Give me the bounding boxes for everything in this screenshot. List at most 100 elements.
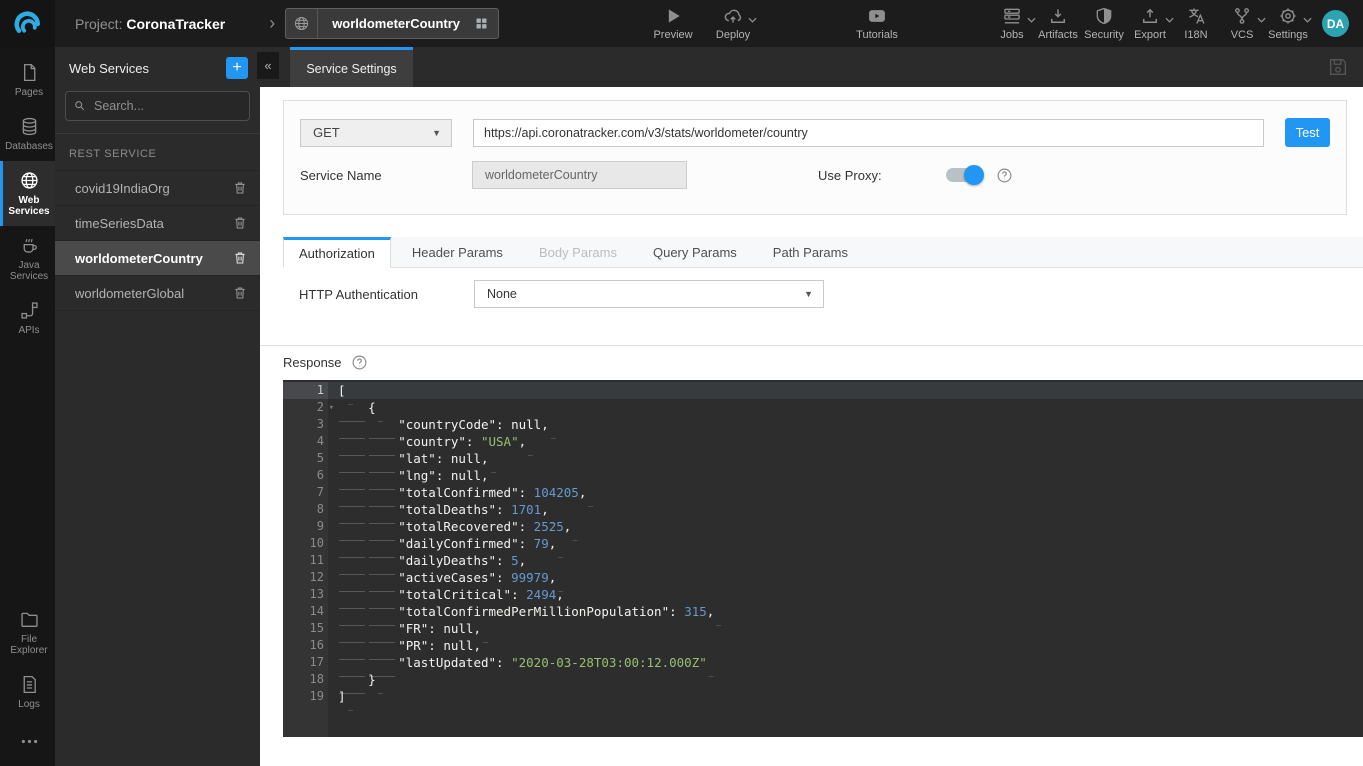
service-item-worldometercountry[interactable]: worldometerCountry [55, 241, 260, 276]
project-name: CoronaTracker [126, 16, 225, 32]
code-line-text: { [328, 399, 1363, 416]
delete-service-icon[interactable] [232, 180, 248, 196]
gutter-line-number: 19 [283, 688, 328, 705]
sidebar-item-web-services[interactable]: Web Services [0, 161, 55, 226]
sidebar-item-pages[interactable]: Pages [0, 53, 55, 107]
topbar-action-deploy[interactable]: Deploy [711, 6, 755, 41]
panel-title: Web Services [69, 61, 149, 76]
topbar-action-security[interactable]: Security [1082, 6, 1126, 41]
response-help-icon[interactable] [351, 354, 368, 371]
http-method-value: GET [313, 125, 340, 140]
chevron-down-icon [1027, 17, 1036, 23]
code-line-18: 18} [283, 671, 1363, 688]
jobs-icon [1002, 6, 1022, 26]
test-button[interactable]: Test [1285, 118, 1330, 147]
response-code-editor[interactable]: 1▾[2▾{3"countryCode": null,4"country": "… [283, 380, 1363, 737]
rest-service-section-label: REST SERVICE [55, 134, 260, 171]
wavemaker-logo[interactable] [0, 0, 55, 47]
select-arrow-icon: ▼ [804, 289, 813, 299]
gutter-line-number: 15 [283, 620, 328, 637]
tab-authorization[interactable]: Authorization [283, 237, 391, 268]
code-line-5: 5"lat": null, [283, 450, 1363, 467]
topbar-action-label: Preview [653, 29, 692, 41]
gutter-line-number: 18 [283, 671, 328, 688]
sidebar-item-apis[interactable]: APIs [0, 291, 55, 345]
save-icon[interactable] [1327, 56, 1349, 78]
tab-service-settings[interactable]: Service Settings [290, 47, 413, 87]
sidebar-item-java-services[interactable]: Java Services [0, 226, 55, 291]
sidebar-item-logs[interactable]: Logs [0, 665, 55, 719]
service-item-label: worldometerGlobal [75, 286, 184, 301]
service-item-timeseriesdata[interactable]: timeSeriesData [55, 206, 260, 241]
code-line-3: 3"countryCode": null, [283, 416, 1363, 433]
export-icon [1140, 6, 1160, 26]
add-service-button[interactable]: + [226, 57, 248, 79]
chevron-down-icon [1303, 17, 1312, 23]
code-line-text: "countryCode": null, [328, 416, 1363, 433]
folder-icon [19, 609, 40, 630]
service-item-covid19indiaorg[interactable]: covid19IndiaOrg [55, 171, 260, 206]
sidebar-item-label: Web Services [4, 195, 54, 217]
delete-service-icon[interactable] [232, 215, 248, 231]
service-name-input[interactable] [472, 161, 687, 189]
http-method-select[interactable]: GET ▼ [300, 119, 452, 147]
code-line-1: 1▾[ [283, 382, 1363, 399]
gutter-line-number: 3 [283, 416, 328, 433]
code-line-text: "dailyConfirmed": 79, [328, 535, 1363, 552]
settings-icon [1278, 6, 1298, 26]
service-tab-chip[interactable]: worldometerCountry [285, 8, 499, 39]
delete-service-icon[interactable] [232, 250, 248, 266]
tab-path-params[interactable]: Path Params [758, 237, 863, 268]
collapse-panel-button[interactable]: « [257, 52, 279, 79]
request-config-box: GET ▼ Test Service Name Use Proxy: [283, 100, 1347, 215]
sidebar-item-label: Logs [4, 699, 54, 710]
gutter-line-number: 8 [283, 501, 328, 518]
i18n-icon [1186, 6, 1206, 26]
left-rail: PagesDatabases Web Services Java Services A… [0, 47, 55, 766]
topbar-action-export[interactable]: Export [1128, 6, 1172, 41]
topbar-action-settings[interactable]: Settings [1266, 6, 1310, 41]
delete-service-icon[interactable] [232, 285, 248, 301]
topbar-action-i18n[interactable]: I18N [1174, 6, 1218, 41]
more-options-button[interactable] [0, 719, 55, 766]
chevron-down-icon [748, 17, 757, 23]
gutter-line-number: 5 [283, 450, 328, 467]
service-item-label: worldometerCountry [75, 251, 203, 266]
gutter-line-number: 9 [283, 518, 328, 535]
topbar-action-preview[interactable]: Preview [651, 6, 695, 41]
sidebar-item-label: Java Services [4, 260, 54, 282]
avatar[interactable]: DA [1322, 10, 1349, 37]
code-line-19: 19] [283, 688, 1363, 705]
tab-header-params[interactable]: Header Params [397, 237, 518, 268]
code-line-16: 16"PR": null, [283, 637, 1363, 654]
code-line-text: "lastUpdated": "2020-03-28T03:00:12.000Z… [328, 654, 1363, 671]
gutter-line-number: 13 [283, 586, 328, 603]
topbar-action-vcs[interactable]: VCS [1220, 6, 1264, 41]
security-icon [1094, 6, 1114, 26]
gutter-line-number: 14 [283, 603, 328, 620]
grid-icon[interactable] [474, 16, 498, 31]
topbar-action-label: Export [1134, 29, 1166, 41]
code-line-text: "activeCases": 99979, [328, 569, 1363, 586]
sidebar-item-file-explorer[interactable]: File Explorer [0, 600, 55, 665]
gutter-line-number: 7 [283, 484, 328, 501]
code-line-text: [ [328, 382, 1363, 399]
code-line-text: ] [328, 688, 1363, 705]
search-input[interactable] [65, 91, 250, 121]
sidebar-item-databases[interactable]: Databases [0, 107, 55, 161]
gutter-line-number: 1▾ [283, 382, 328, 399]
artifacts-icon [1048, 6, 1068, 26]
topbar-action-label: VCS [1231, 29, 1254, 41]
topbar-action-jobs[interactable]: Jobs [990, 6, 1034, 41]
use-proxy-toggle[interactable] [946, 168, 982, 182]
toggle-knob [964, 165, 984, 185]
tab-query-params[interactable]: Query Params [638, 237, 752, 268]
sidebar-item-label: File Explorer [4, 634, 54, 656]
topbar-action-artifacts[interactable]: Artifacts [1036, 6, 1080, 41]
gutter-line-number: 11 [283, 552, 328, 569]
topbar-action-tutorials[interactable]: Tutorials [855, 6, 899, 41]
proxy-help-icon[interactable] [996, 167, 1013, 184]
service-item-worldometerglobal[interactable]: worldometerGlobal [55, 276, 260, 311]
request-url-input[interactable] [473, 119, 1264, 147]
http-authentication-select[interactable]: None ▼ [474, 280, 824, 308]
